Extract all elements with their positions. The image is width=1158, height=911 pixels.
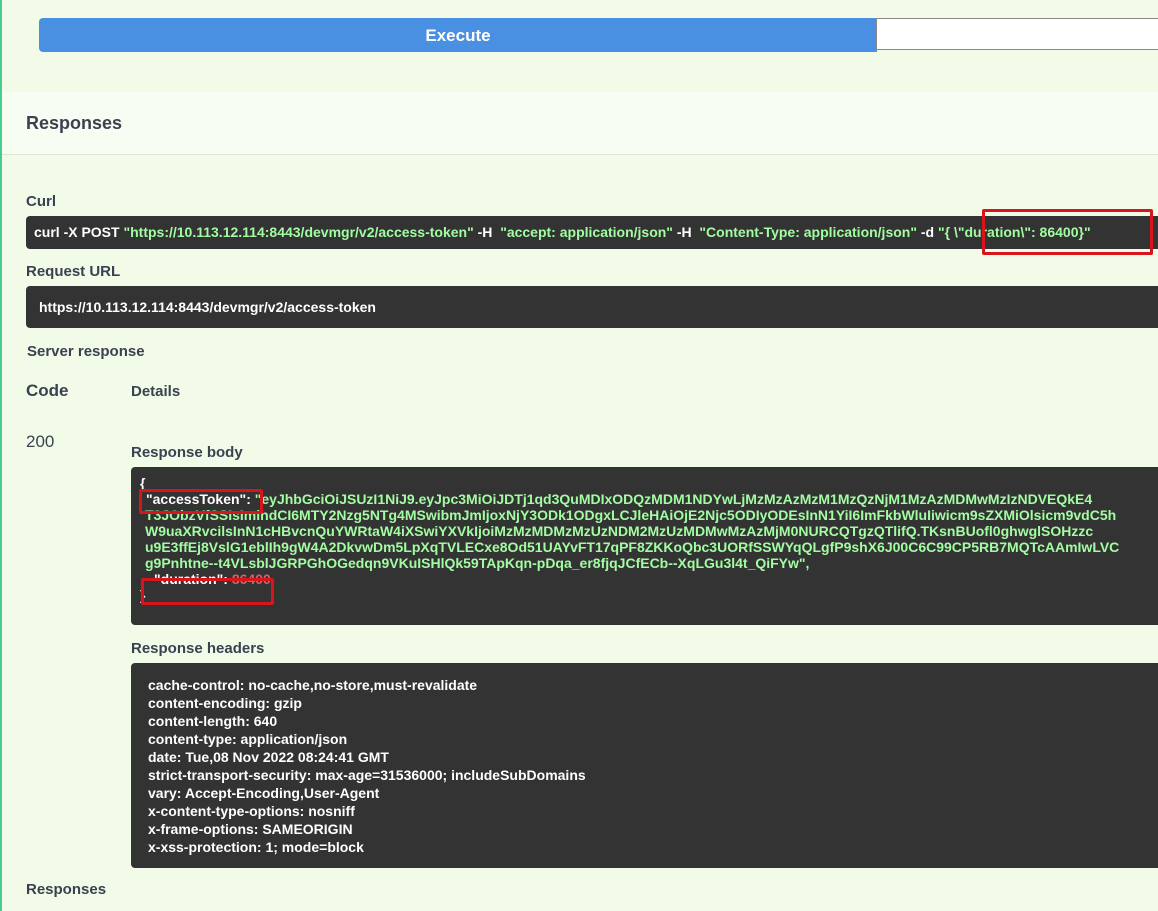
curl-d: -d xyxy=(920,224,935,240)
code-column-header: Code xyxy=(26,381,69,400)
curl-prefix: curl -X POST xyxy=(34,224,120,240)
body-close-brace: } xyxy=(140,587,146,603)
header-line: vary: Accept-Encoding,User-Agent xyxy=(148,785,380,801)
response-body[interactable]: { "accessToken": "eyJhbGciOiJSUzI1NiJ9.e… xyxy=(131,467,1158,625)
header-line: x-xss-protection: 1; mode=block xyxy=(148,839,364,855)
header-line: content-encoding: gzip xyxy=(148,695,302,711)
duration-line: "duration": 86400 xyxy=(140,571,1158,587)
curl-url: "https://10.113.12.114:8443/devmgr/v2/ac… xyxy=(123,224,474,240)
server-response-label: Server response xyxy=(27,343,145,360)
curl-duration-highlight xyxy=(982,209,1153,255)
token-line-4: g9Pnhtne--t4VLsblJGRPGhOGedqn9VKuISHlQk5… xyxy=(145,555,810,571)
header-line: content-type: application/json xyxy=(148,731,348,747)
token-line-2: W9uaXRvcilsInN1cHBvcnQuYWRtaW4iXSwiYXVkI… xyxy=(145,523,1094,539)
clear-button[interactable] xyxy=(876,18,1158,50)
response-headers[interactable]: cache-control: no-cache,no-store,must-re… xyxy=(131,663,1158,868)
header-line: x-frame-options: SAMEORIGIN xyxy=(148,821,353,837)
response-headers-label: Response headers xyxy=(131,640,265,657)
token-line-1: T3JObzVfSSIsImlhdCI6MTY2Nzg5NTg4MSwibmJm… xyxy=(145,507,1117,523)
curl-h1: -H xyxy=(477,224,493,240)
header-line: strict-transport-security: max-age=31536… xyxy=(148,767,586,783)
curl-accept: "accept: application/json" xyxy=(500,224,673,240)
execute-button[interactable]: Execute xyxy=(39,18,877,52)
details-column-header: Details xyxy=(131,383,181,400)
curl-content-type: "Content-Type: application/json" xyxy=(699,224,917,240)
header-line: cache-control: no-cache,no-store,must-re… xyxy=(148,677,478,693)
responses-title: Responses xyxy=(26,113,123,133)
curl-label: Curl xyxy=(26,193,56,210)
request-url-value[interactable]: https://10.113.12.114:8443/devmgr/v2/acc… xyxy=(26,286,1158,328)
body-open-brace: { xyxy=(140,475,146,491)
token-line-3: u9E3ffEj8VslG1eblIh9gW4A2DkvwDm5LpXqTVLE… xyxy=(145,539,1120,555)
responses-header: Responses xyxy=(2,92,1158,155)
execute-row: Execute xyxy=(39,18,1158,52)
token-line-0: "eyJhbGciOiJSUzI1NiJ9.eyJpc3MiOiJDTj1qd3… xyxy=(254,491,1093,507)
request-url-label: Request URL xyxy=(26,263,121,280)
response-body-label: Response body xyxy=(131,444,243,461)
responses-section-label: Responses xyxy=(26,881,107,898)
status-code: 200 xyxy=(26,432,55,451)
access-token-line: "accessToken": "eyJhbGciOiJSUzI1NiJ9.eyJ… xyxy=(140,491,1158,507)
duration-highlight xyxy=(141,578,274,605)
header-line: date: Tue,08 Nov 2022 08:24:41 GMT xyxy=(148,749,389,765)
header-line: x-content-type-options: nosniff xyxy=(148,803,355,819)
curl-h2: -H xyxy=(676,224,692,240)
access-token-highlight xyxy=(139,489,263,514)
header-line: content-length: 640 xyxy=(148,713,278,729)
